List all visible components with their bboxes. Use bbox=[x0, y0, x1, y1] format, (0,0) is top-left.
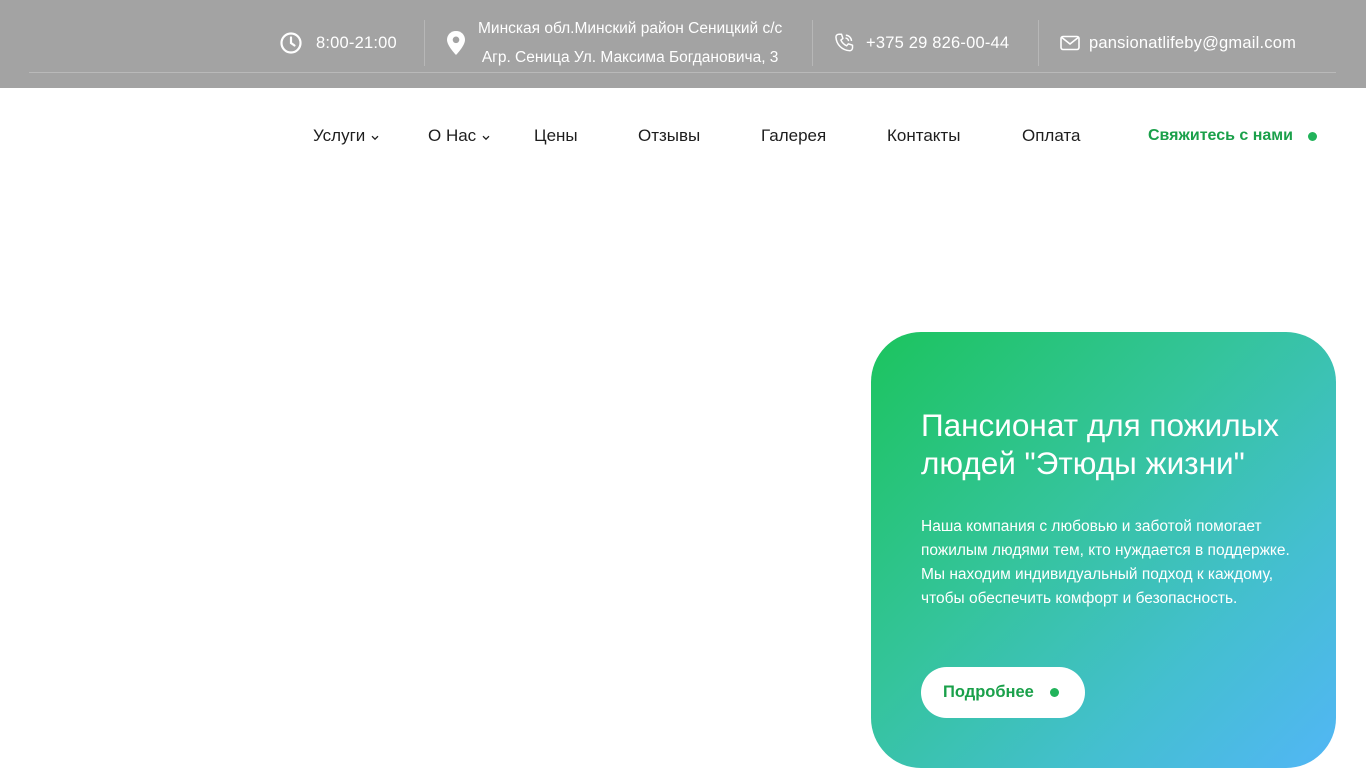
hero-card: Пансионат для пожилых людей "Этюды жизни… bbox=[871, 332, 1336, 768]
contact-us-button[interactable]: Свяжитесь с нами bbox=[1148, 112, 1317, 160]
contact-us-label: Свяжитесь с нами bbox=[1148, 127, 1293, 144]
more-details-button[interactable]: Подробнее bbox=[921, 667, 1085, 718]
divider bbox=[1038, 20, 1039, 66]
working-hours: 8:00-21:00 bbox=[279, 20, 397, 66]
nav-item-label: Отзывы bbox=[638, 126, 701, 145]
phone-icon bbox=[833, 32, 855, 54]
nav-item-label: Галерея bbox=[761, 126, 827, 145]
hero-description: Наша компания с любовью и заботой помога… bbox=[921, 518, 1290, 607]
dot-icon bbox=[1307, 131, 1317, 141]
nav-item-label: Контакты bbox=[887, 126, 961, 145]
phone-number[interactable]: +375 29 826-00-44 bbox=[866, 34, 1009, 53]
location-pin-icon bbox=[446, 30, 466, 56]
nav-item-label: О Нас bbox=[428, 126, 477, 145]
phone-link[interactable]: +375 29 826-00-44 bbox=[833, 20, 1009, 66]
address: Минская обл.Минский район Сеницкий с/с А… bbox=[446, 20, 782, 66]
address-line-2: Агр. Сеница Ул. Максима Богдановича, 3 bbox=[481, 49, 779, 66]
dot-icon bbox=[1049, 688, 1059, 697]
hero-title: Пансионат для пожилых людей "Этюды жизни… bbox=[921, 407, 1280, 481]
address-text: Минская обл.Минский район Сеницкий с/с А… bbox=[478, 14, 782, 72]
nav-item-label: Услуги bbox=[313, 126, 366, 145]
nav-item-contacts[interactable]: Контакты bbox=[887, 112, 960, 160]
nav-item-label: Цены bbox=[534, 126, 578, 145]
divider bbox=[424, 20, 425, 66]
top-info-bar: 8:00-21:00 Минская обл.Минский район Сен… bbox=[0, 0, 1366, 88]
topbar-divider-line bbox=[29, 72, 1336, 73]
email-address[interactable]: pansionatlifeby@gmail.com bbox=[1089, 34, 1296, 53]
main-navigation: Услуги О Нас Цены Отзывы Галерея Контакт… bbox=[0, 112, 1366, 160]
nav-item-reviews[interactable]: Отзывы bbox=[638, 112, 700, 160]
more-details-label: Подробнее bbox=[943, 683, 1034, 701]
nav-item-payment[interactable]: Оплата bbox=[1022, 112, 1080, 160]
chevron-down-icon bbox=[371, 135, 379, 141]
address-line-1: Минская обл.Минский район Сеницкий с/с bbox=[478, 20, 783, 37]
nav-item-about[interactable]: О Нас bbox=[428, 112, 490, 160]
working-hours-text: 8:00-21:00 bbox=[316, 33, 397, 52]
divider bbox=[812, 20, 813, 66]
nav-item-label: Оплата bbox=[1022, 126, 1081, 145]
nav-item-gallery[interactable]: Галерея bbox=[761, 112, 826, 160]
nav-item-prices[interactable]: Цены bbox=[534, 112, 578, 160]
email-link[interactable]: pansionatlifeby@gmail.com bbox=[1060, 20, 1296, 66]
mail-icon bbox=[1060, 35, 1080, 51]
nav-item-services[interactable]: Услуги bbox=[313, 112, 379, 160]
chevron-down-icon bbox=[482, 135, 490, 141]
clock-icon bbox=[279, 31, 303, 55]
